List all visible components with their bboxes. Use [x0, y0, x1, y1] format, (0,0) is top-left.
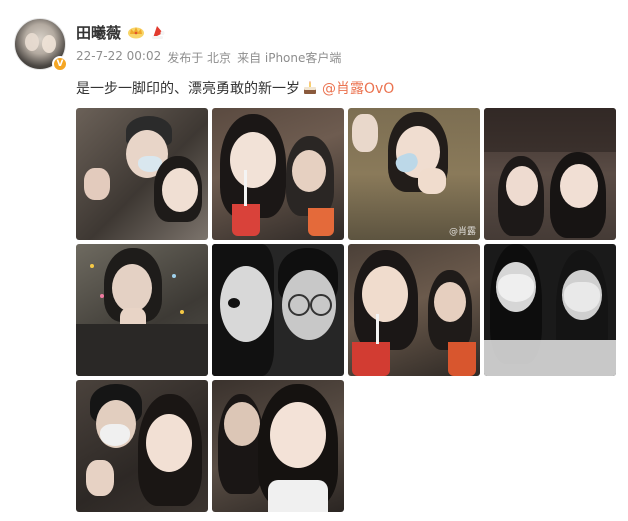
post-date[interactable]: 22-7-22 00:02	[76, 49, 161, 66]
photo-7[interactable]	[348, 244, 480, 376]
photo-1[interactable]	[76, 108, 208, 240]
photo-5[interactable]	[76, 244, 208, 376]
photo-grid: @肖露	[76, 108, 616, 512]
post-body: 是一步一脚印的、漂亮勇敢的新一岁	[76, 81, 300, 97]
post-source: 来自 iPhone客户端	[237, 51, 342, 65]
avatar[interactable]: V	[14, 18, 68, 72]
post-location: 发布于 北京	[167, 51, 232, 65]
photo-9[interactable]	[76, 380, 208, 512]
post-meta: 22-7-22 00:02 发布于 北京 来自 iPhone客户端	[76, 49, 341, 66]
photo-4[interactable]	[484, 108, 616, 240]
photo-6[interactable]	[212, 244, 344, 376]
verified-badge-icon: V	[52, 56, 68, 72]
mention-link[interactable]: @肖露OvO	[322, 78, 394, 98]
weibo-post: V 田曦薇 22-7-22 00:02 发布于 北京 来自 iPhone客户端 …	[0, 0, 628, 521]
photo-10[interactable]	[212, 380, 344, 512]
photo-2[interactable]	[212, 108, 344, 240]
cake-icon	[302, 80, 318, 96]
photo-8[interactable]	[484, 244, 616, 376]
photo-3[interactable]: @肖露	[348, 108, 480, 240]
santa-hat-icon[interactable]	[151, 24, 165, 40]
name-row: 田曦薇	[76, 21, 165, 43]
photo-watermark: @肖露	[448, 227, 476, 237]
username[interactable]: 田曦薇	[76, 22, 121, 43]
crown-icon[interactable]	[127, 25, 145, 39]
post-text: 是一步一脚印的、漂亮勇敢的新一岁 @肖露OvO	[76, 78, 394, 98]
